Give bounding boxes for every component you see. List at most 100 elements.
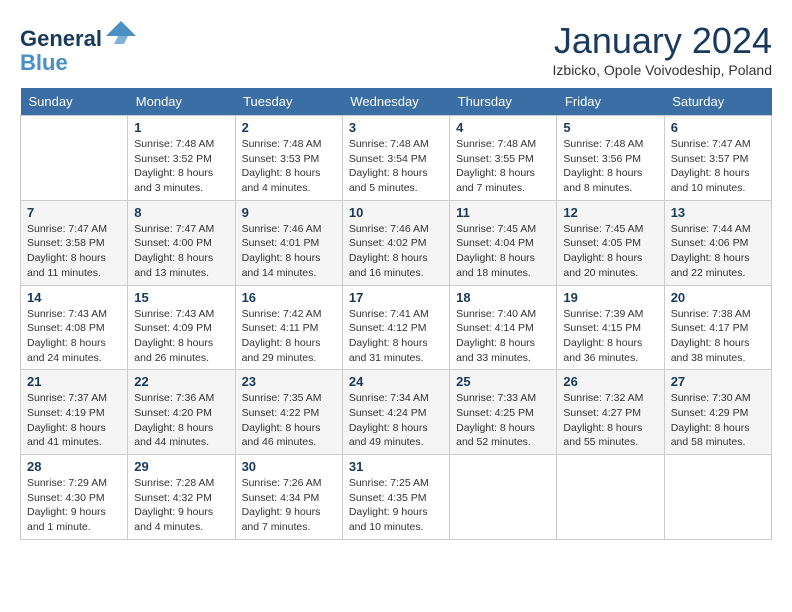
weekday-header-wednesday: Wednesday (342, 88, 449, 116)
day-info: Sunrise: 7:45 AMSunset: 4:04 PMDaylight:… (456, 222, 550, 281)
week-row-5: 28 Sunrise: 7:29 AMSunset: 4:30 PMDayligh… (21, 455, 772, 540)
day-number: 11 (456, 205, 550, 220)
day-info: Sunrise: 7:32 AMSunset: 4:27 PMDaylight:… (563, 391, 657, 450)
calendar-cell: 8 Sunrise: 7:47 AMSunset: 4:00 PMDaylight… (128, 200, 235, 285)
weekday-header-tuesday: Tuesday (235, 88, 342, 116)
calendar-cell: 12Sunrise: 7:45 AMSunset: 4:05 PMDayligh… (557, 200, 664, 285)
calendar-cell: 22 Sunrise: 7:36 AMSunset: 4:20 PMDayligh… (128, 370, 235, 455)
day-info: Sunrise: 7:43 AMSunset: 4:08 PMDaylight:… (27, 307, 121, 366)
calendar-cell: 2Sunrise: 7:48 AMSunset: 3:53 PMDaylight… (235, 116, 342, 201)
calendar-cell: 13 Sunrise: 7:44 AMSunset: 4:06 PMDayligh… (664, 200, 771, 285)
day-info: Sunrise: 7:35 AMSunset: 4:22 PMDaylight:… (242, 391, 336, 450)
day-number: 4 (456, 120, 550, 135)
calendar-cell: 5 Sunrise: 7:48 AMSunset: 3:56 PMDaylight… (557, 116, 664, 201)
page-header: General Blue January 2024 Izbicko, Opole… (20, 20, 772, 78)
calendar-cell: 23 Sunrise: 7:35 AMSunset: 4:22 PMDayligh… (235, 370, 342, 455)
day-info: Sunrise: 7:40 AMSunset: 4:14 PMDaylight:… (456, 307, 550, 366)
day-number: 28 (27, 459, 121, 474)
day-info: Sunrise: 7:48 AMSunset: 3:55 PMDaylight:… (456, 137, 550, 196)
calendar-cell (557, 455, 664, 540)
day-info: Sunrise: 7:28 AMSunset: 4:32 PMDaylight:… (134, 476, 228, 535)
day-info: Sunrise: 7:47 AMSunset: 3:57 PMDaylight:… (671, 137, 765, 196)
day-info: Sunrise: 7:45 AMSunset: 4:05 PMDaylight:… (563, 222, 657, 281)
calendar-cell: 25 Sunrise: 7:33 AMSunset: 4:25 PMDayligh… (450, 370, 557, 455)
weekday-header-friday: Friday (557, 88, 664, 116)
day-info: Sunrise: 7:33 AMSunset: 4:25 PMDaylight:… (456, 391, 550, 450)
day-number: 30 (242, 459, 336, 474)
day-number: 19 (563, 290, 657, 305)
calendar-cell: 19 Sunrise: 7:39 AMSunset: 4:15 PMDayligh… (557, 285, 664, 370)
day-info: Sunrise: 7:26 AMSunset: 4:34 PMDaylight:… (242, 476, 336, 535)
day-info: Sunrise: 7:47 AMSunset: 3:58 PMDaylight:… (27, 222, 121, 281)
calendar-cell: 6Sunrise: 7:47 AMSunset: 3:57 PMDaylight… (664, 116, 771, 201)
day-info: Sunrise: 7:42 AMSunset: 4:11 PMDaylight:… (242, 307, 336, 366)
day-number: 14 (27, 290, 121, 305)
day-info: Sunrise: 7:48 AMSunset: 3:54 PMDaylight:… (349, 137, 443, 196)
day-info: Sunrise: 7:38 AMSunset: 4:17 PMDaylight:… (671, 307, 765, 366)
calendar-cell: 24 Sunrise: 7:34 AMSunset: 4:24 PMDayligh… (342, 370, 449, 455)
calendar-table: SundayMondayTuesdayWednesdayThursdayFrid… (20, 88, 772, 540)
calendar-cell: 11 Sunrise: 7:45 AMSunset: 4:04 PMDayligh… (450, 200, 557, 285)
day-info: Sunrise: 7:37 AMSunset: 4:19 PMDaylight:… (27, 391, 121, 450)
day-number: 27 (671, 374, 765, 389)
calendar-cell (21, 116, 128, 201)
calendar-cell: 9Sunrise: 7:46 AMSunset: 4:01 PMDaylight… (235, 200, 342, 285)
month-title: January 2024 (553, 20, 772, 62)
day-info: Sunrise: 7:48 AMSunset: 3:56 PMDaylight:… (563, 137, 657, 196)
day-number: 25 (456, 374, 550, 389)
calendar-cell: 1Sunrise: 7:48 AMSunset: 3:52 PMDaylight… (128, 116, 235, 201)
day-number: 18 (456, 290, 550, 305)
day-number: 10 (349, 205, 443, 220)
weekday-header-row: SundayMondayTuesdayWednesdayThursdayFrid… (21, 88, 772, 116)
day-info: Sunrise: 7:44 AMSunset: 4:06 PMDaylight:… (671, 222, 765, 281)
day-number: 5 (563, 120, 657, 135)
weekday-header-saturday: Saturday (664, 88, 771, 116)
day-number: 9 (242, 205, 336, 220)
weekday-header-monday: Monday (128, 88, 235, 116)
day-number: 26 (563, 374, 657, 389)
day-info: Sunrise: 7:36 AMSunset: 4:20 PMDaylight:… (134, 391, 228, 450)
day-number: 20 (671, 290, 765, 305)
day-number: 17 (349, 290, 443, 305)
day-number: 22 (134, 374, 228, 389)
day-number: 13 (671, 205, 765, 220)
day-number: 15 (134, 290, 228, 305)
calendar-cell: 30 Sunrise: 7:26 AMSunset: 4:34 PMDayligh… (235, 455, 342, 540)
day-info: Sunrise: 7:41 AMSunset: 4:12 PMDaylight:… (349, 307, 443, 366)
day-number: 2 (242, 120, 336, 135)
calendar-cell: 29Sunrise: 7:28 AMSunset: 4:32 PMDayligh… (128, 455, 235, 540)
logo: General Blue (20, 20, 136, 75)
calendar-cell: 14 Sunrise: 7:43 AMSunset: 4:08 PMDayligh… (21, 285, 128, 370)
day-info: Sunrise: 7:47 AMSunset: 4:00 PMDaylight:… (134, 222, 228, 281)
calendar-cell: 28 Sunrise: 7:29 AMSunset: 4:30 PMDayligh… (21, 455, 128, 540)
week-row-2: 7 Sunrise: 7:47 AMSunset: 3:58 PMDaylight… (21, 200, 772, 285)
calendar-cell: 15 Sunrise: 7:43 AMSunset: 4:09 PMDayligh… (128, 285, 235, 370)
day-info: Sunrise: 7:34 AMSunset: 4:24 PMDaylight:… (349, 391, 443, 450)
day-number: 3 (349, 120, 443, 135)
day-info: Sunrise: 7:46 AMSunset: 4:02 PMDaylight:… (349, 222, 443, 281)
day-number: 16 (242, 290, 336, 305)
calendar-cell: 4 Sunrise: 7:48 AMSunset: 3:55 PMDaylight… (450, 116, 557, 201)
title-block: January 2024 Izbicko, Opole Voivodeship,… (553, 20, 772, 78)
weekday-header-thursday: Thursday (450, 88, 557, 116)
day-number: 1 (134, 120, 228, 135)
day-info: Sunrise: 7:39 AMSunset: 4:15 PMDaylight:… (563, 307, 657, 366)
calendar-cell: 27Sunrise: 7:30 AMSunset: 4:29 PMDayligh… (664, 370, 771, 455)
calendar-cell: 16 Sunrise: 7:42 AMSunset: 4:11 PMDayligh… (235, 285, 342, 370)
day-number: 31 (349, 459, 443, 474)
calendar-cell: 18 Sunrise: 7:40 AMSunset: 4:14 PMDayligh… (450, 285, 557, 370)
day-number: 8 (134, 205, 228, 220)
calendar-cell: 21Sunrise: 7:37 AMSunset: 4:19 PMDayligh… (21, 370, 128, 455)
calendar-cell: 10 Sunrise: 7:46 AMSunset: 4:02 PMDayligh… (342, 200, 449, 285)
day-number: 7 (27, 205, 121, 220)
day-info: Sunrise: 7:43 AMSunset: 4:09 PMDaylight:… (134, 307, 228, 366)
logo-text: General (20, 20, 136, 51)
logo-blue: Blue (20, 51, 136, 75)
calendar-cell: 17 Sunrise: 7:41 AMSunset: 4:12 PMDayligh… (342, 285, 449, 370)
day-number: 24 (349, 374, 443, 389)
location: Izbicko, Opole Voivodeship, Poland (553, 62, 772, 78)
day-number: 23 (242, 374, 336, 389)
calendar-cell: 20 Sunrise: 7:38 AMSunset: 4:17 PMDayligh… (664, 285, 771, 370)
day-info: Sunrise: 7:29 AMSunset: 4:30 PMDaylight:… (27, 476, 121, 535)
calendar-cell: 3 Sunrise: 7:48 AMSunset: 3:54 PMDaylight… (342, 116, 449, 201)
